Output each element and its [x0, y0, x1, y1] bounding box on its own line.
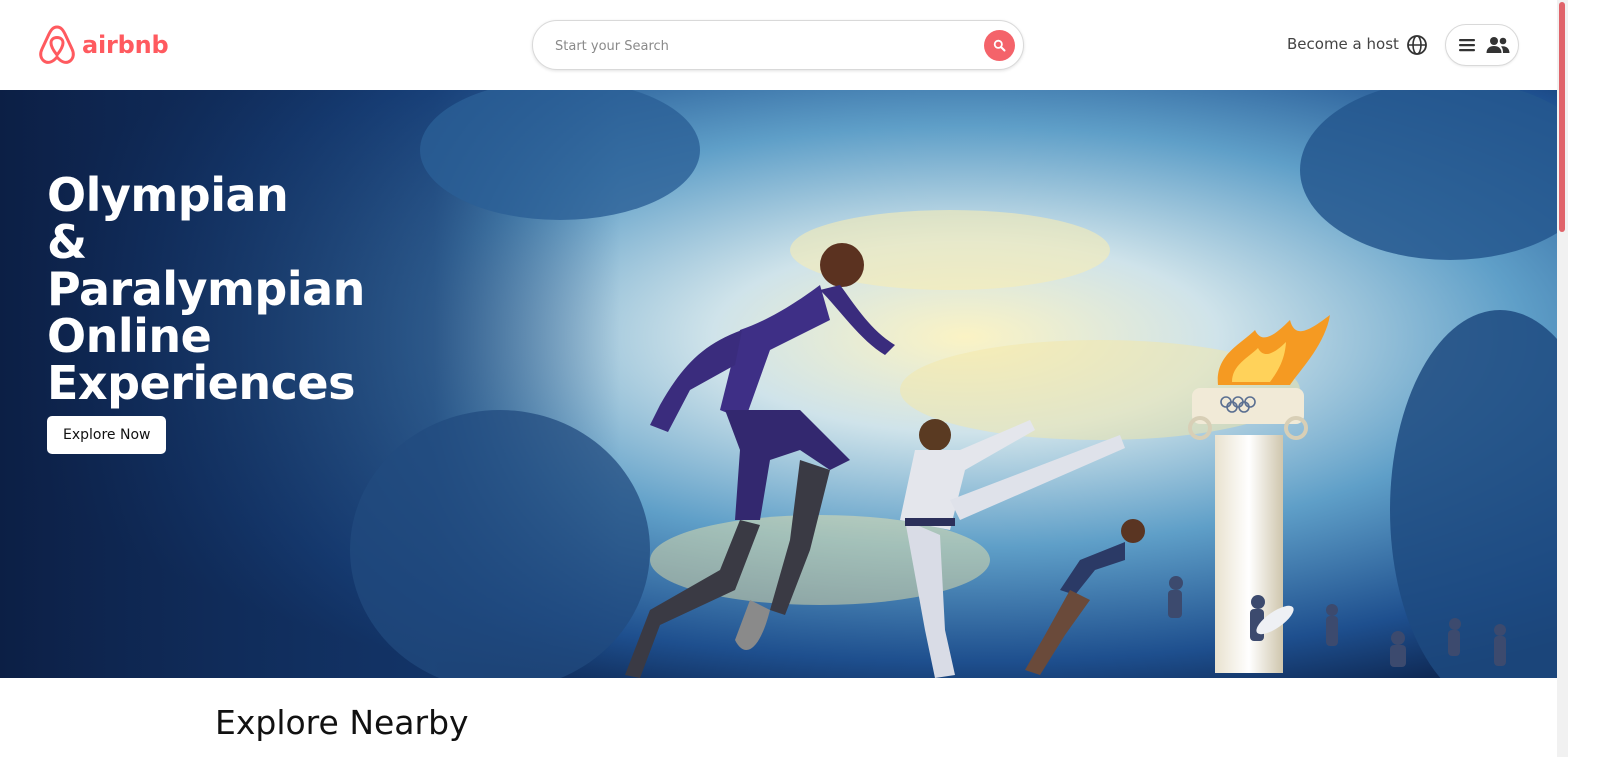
- explore-now-button[interactable]: Explore Now: [47, 416, 167, 454]
- logo-text: airbnb: [82, 30, 169, 59]
- search-button[interactable]: [984, 30, 1015, 61]
- search-bar[interactable]: [532, 20, 1024, 70]
- globe-icon[interactable]: [1405, 33, 1429, 57]
- top-header: airbnb Become a host: [0, 0, 1590, 90]
- hero-title-line: Olympian: [47, 168, 289, 222]
- menu-icon: [1459, 39, 1475, 52]
- explore-nearby-heading: Explore Nearby: [215, 703, 469, 742]
- hero-title: Olympian & Paralympian Online Experience…: [47, 172, 365, 407]
- hero-title-line: Online: [47, 309, 212, 363]
- hero-title-line: Experiences: [47, 356, 355, 410]
- hero-banner: Olympian & Paralympian Online Experience…: [0, 90, 1557, 678]
- search-input[interactable]: [553, 33, 977, 59]
- search-icon: [993, 39, 1006, 52]
- hero-title-line: Paralympian: [47, 262, 365, 316]
- airbnb-logo-icon: [39, 25, 75, 64]
- hero-title-line: &: [47, 215, 87, 269]
- user-menu-button[interactable]: [1445, 24, 1519, 66]
- become-host-link[interactable]: Become a host: [1287, 35, 1399, 53]
- scrollbar-thumb[interactable]: [1559, 2, 1565, 232]
- people-icon: [1486, 37, 1510, 53]
- airbnb-logo[interactable]: airbnb: [38, 24, 169, 65]
